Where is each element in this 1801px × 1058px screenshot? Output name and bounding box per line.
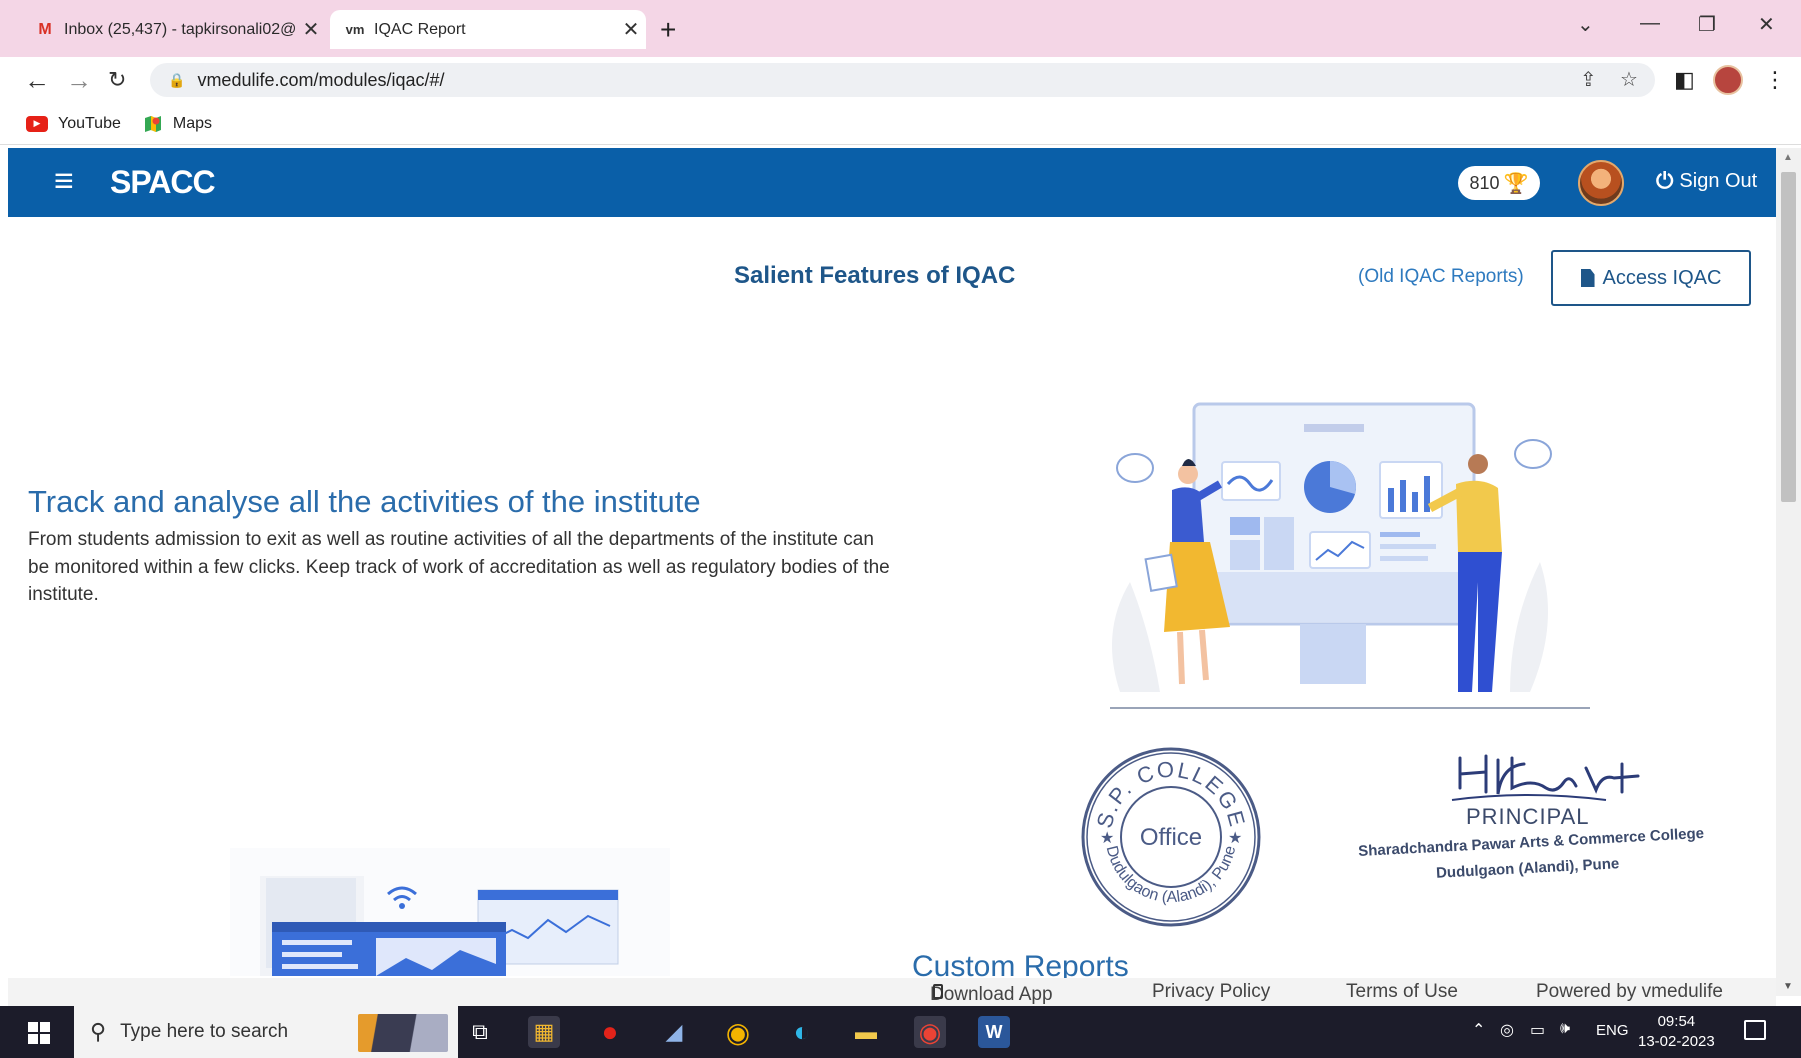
- tab-label: Inbox (25,437) - tapkirsonali02@: [64, 20, 296, 38]
- access-iqac-label: Access IQAC: [1602, 266, 1722, 289]
- user-avatar[interactable]: [1578, 160, 1624, 206]
- college-stamp-image: S.P. COLLEGE Dudulgaon (Alandi), Pune Of…: [1081, 747, 1261, 927]
- bookmark-label: YouTube: [58, 114, 121, 132]
- new-tab-button[interactable]: +: [660, 14, 676, 46]
- browser-tabstrip: M Inbox (25,437) - tapkirsonali02@ ✕ vm …: [0, 0, 1801, 57]
- tab-gmail-inbox[interactable]: M Inbox (25,437) - tapkirsonali02@ ✕: [26, 10, 326, 49]
- bookmark-youtube[interactable]: ▶ YouTube: [26, 115, 121, 133]
- network-icon[interactable]: ▭: [1530, 1020, 1545, 1040]
- feature-title: Track and analyse all the activities of …: [28, 484, 701, 519]
- hamburger-menu-icon[interactable]: ≡: [54, 162, 74, 201]
- bookmark-label: Maps: [172, 114, 212, 132]
- privacy-policy-link[interactable]: Privacy Policy: [1152, 981, 1270, 1003]
- close-tab-icon[interactable]: ✕: [616, 17, 646, 42]
- volume-icon[interactable]: 🕪: [1560, 1020, 1570, 1038]
- store-icon[interactable]: ▦: [528, 1016, 560, 1048]
- terms-of-use-link[interactable]: Terms of Use: [1346, 981, 1458, 1003]
- access-iqac-button[interactable]: Access IQAC: [1551, 250, 1751, 306]
- opera-icon[interactable]: ●: [594, 1016, 626, 1048]
- clock-date: 13-02-2023: [1638, 1033, 1715, 1050]
- points-value: 810: [1469, 172, 1500, 193]
- stamp-star-icon: ★: [1100, 830, 1114, 847]
- scroll-down-icon[interactable]: ▼: [1783, 981, 1793, 992]
- word-icon[interactable]: W: [978, 1016, 1010, 1048]
- scroll-up-icon[interactable]: ▲: [1783, 152, 1793, 163]
- cloud-dashboard-illustration: [230, 848, 670, 976]
- search-placeholder: Type here to search: [120, 1021, 289, 1042]
- file-explorer-icon[interactable]: ▬: [850, 1016, 882, 1048]
- windows-taskbar: ⚲ Type here to search ⧉ ▦ ● ◢ ◉ ◐ ▬ ◉ W …: [0, 1006, 1801, 1058]
- phone-icon: [933, 984, 943, 999]
- points-badge[interactable]: 810 🏆: [1458, 166, 1540, 200]
- stamp-center-text: Office: [1140, 824, 1202, 851]
- section-title: Salient Features of IQAC: [734, 262, 1016, 289]
- scrollbar-thumb[interactable]: [1781, 172, 1796, 502]
- feature-description: From students admission to exit as well …: [28, 529, 890, 605]
- windows-start-icon[interactable]: [28, 1022, 50, 1044]
- restore-button[interactable]: ❐: [1698, 12, 1716, 37]
- url-omnibox[interactable]: 🔒 vmedulife.com/modules/iqac/#/ ⇪ ☆: [150, 63, 1655, 97]
- sign-out-button[interactable]: ⏻ Sign Out: [1656, 168, 1757, 194]
- sign-out-label: Sign Out: [1679, 169, 1758, 192]
- chrome-icon[interactable]: ◉: [722, 1016, 754, 1048]
- search-icon: ⚲: [90, 1019, 107, 1044]
- profile-avatar[interactable]: [1713, 65, 1743, 95]
- gmail-icon: M: [38, 20, 52, 38]
- clock-time: 09:54: [1657, 1013, 1696, 1030]
- task-view-icon[interactable]: ⧉: [464, 1016, 496, 1048]
- principal-signature-block: PRINCIPAL Sharadchandra Pawar Arts & Com…: [1350, 748, 1710, 898]
- bookmarks-bar: ▶ YouTube Maps: [0, 103, 1801, 145]
- edge-icon[interactable]: ◐: [786, 1016, 818, 1048]
- tray-chevron-icon[interactable]: ⌃: [1472, 1020, 1485, 1040]
- download-app-label: Download App: [930, 984, 1053, 1005]
- page-scrollbar[interactable]: ▲ ▼: [1776, 148, 1801, 996]
- tab-search-icon[interactable]: ⌄: [1577, 12, 1594, 37]
- principal-title: PRINCIPAL: [1466, 804, 1590, 829]
- bookmark-maps[interactable]: Maps: [143, 114, 212, 134]
- share-icon[interactable]: ⇪: [1580, 67, 1597, 92]
- brand-logo[interactable]: SPACC: [110, 164, 216, 201]
- search-highlight-image: [358, 1014, 448, 1052]
- close-tab-icon[interactable]: ✕: [296, 17, 326, 42]
- menu-kebab-icon[interactable]: ⋮: [1764, 67, 1786, 93]
- trophy-icon: 🏆: [1503, 172, 1529, 195]
- youtube-icon: ▶: [26, 115, 48, 132]
- chrome-profile-icon[interactable]: ◉: [914, 1016, 946, 1048]
- address-bar-row: ← → ↻ 🔒 vmedulife.com/modules/iqac/#/ ⇪ …: [0, 57, 1801, 103]
- lock-icon: 🔒: [168, 71, 186, 88]
- forward-icon[interactable]: →: [66, 65, 92, 96]
- tab-label: IQAC Report: [374, 20, 466, 38]
- college-name-line: Sharadchandra Pawar Arts & Commerce Coll…: [1357, 824, 1705, 861]
- college-address-line: Dudulgaon (Alandi), Pune: [1435, 855, 1620, 882]
- powered-by-text: Powered by vmedulife: [1536, 981, 1723, 1002]
- stamp-star-icon: ★: [1228, 830, 1242, 847]
- document-icon: [1580, 269, 1595, 287]
- power-icon: ⏻: [1656, 168, 1674, 193]
- app-header: ≡ SPACC 810 🏆 ⏻ Sign Out: [8, 148, 1776, 217]
- minimize-button[interactable]: —: [1640, 12, 1660, 35]
- bookmark-star-icon[interactable]: ☆: [1620, 67, 1638, 92]
- reload-icon[interactable]: ↻: [108, 67, 126, 93]
- old-iqac-reports-link[interactable]: (Old IQAC Reports): [1358, 266, 1524, 288]
- close-window-button[interactable]: ✕: [1758, 12, 1775, 37]
- notes-app-icon[interactable]: ◢: [658, 1016, 690, 1048]
- tab-iqac-report[interactable]: vm IQAC Report ✕: [330, 10, 646, 49]
- language-indicator[interactable]: ENG: [1596, 1022, 1629, 1039]
- side-panel-icon[interactable]: ◧: [1674, 67, 1695, 93]
- page-footer: Download App Privacy Policy Terms of Use…: [8, 978, 1776, 1006]
- back-icon[interactable]: ←: [24, 65, 50, 96]
- taskbar-clock[interactable]: 09:54 13-02-2023: [1638, 1012, 1715, 1052]
- maps-icon: [143, 114, 163, 134]
- meet-now-icon[interactable]: ◎: [1500, 1020, 1514, 1040]
- analytics-illustration: [1110, 402, 1590, 709]
- vmedulife-icon: vm: [345, 22, 365, 37]
- notification-center-icon[interactable]: [1744, 1020, 1766, 1040]
- taskbar-search-box[interactable]: ⚲ Type here to search: [74, 1006, 458, 1058]
- url-text: vmedulife.com/modules/iqac/#/: [197, 69, 445, 90]
